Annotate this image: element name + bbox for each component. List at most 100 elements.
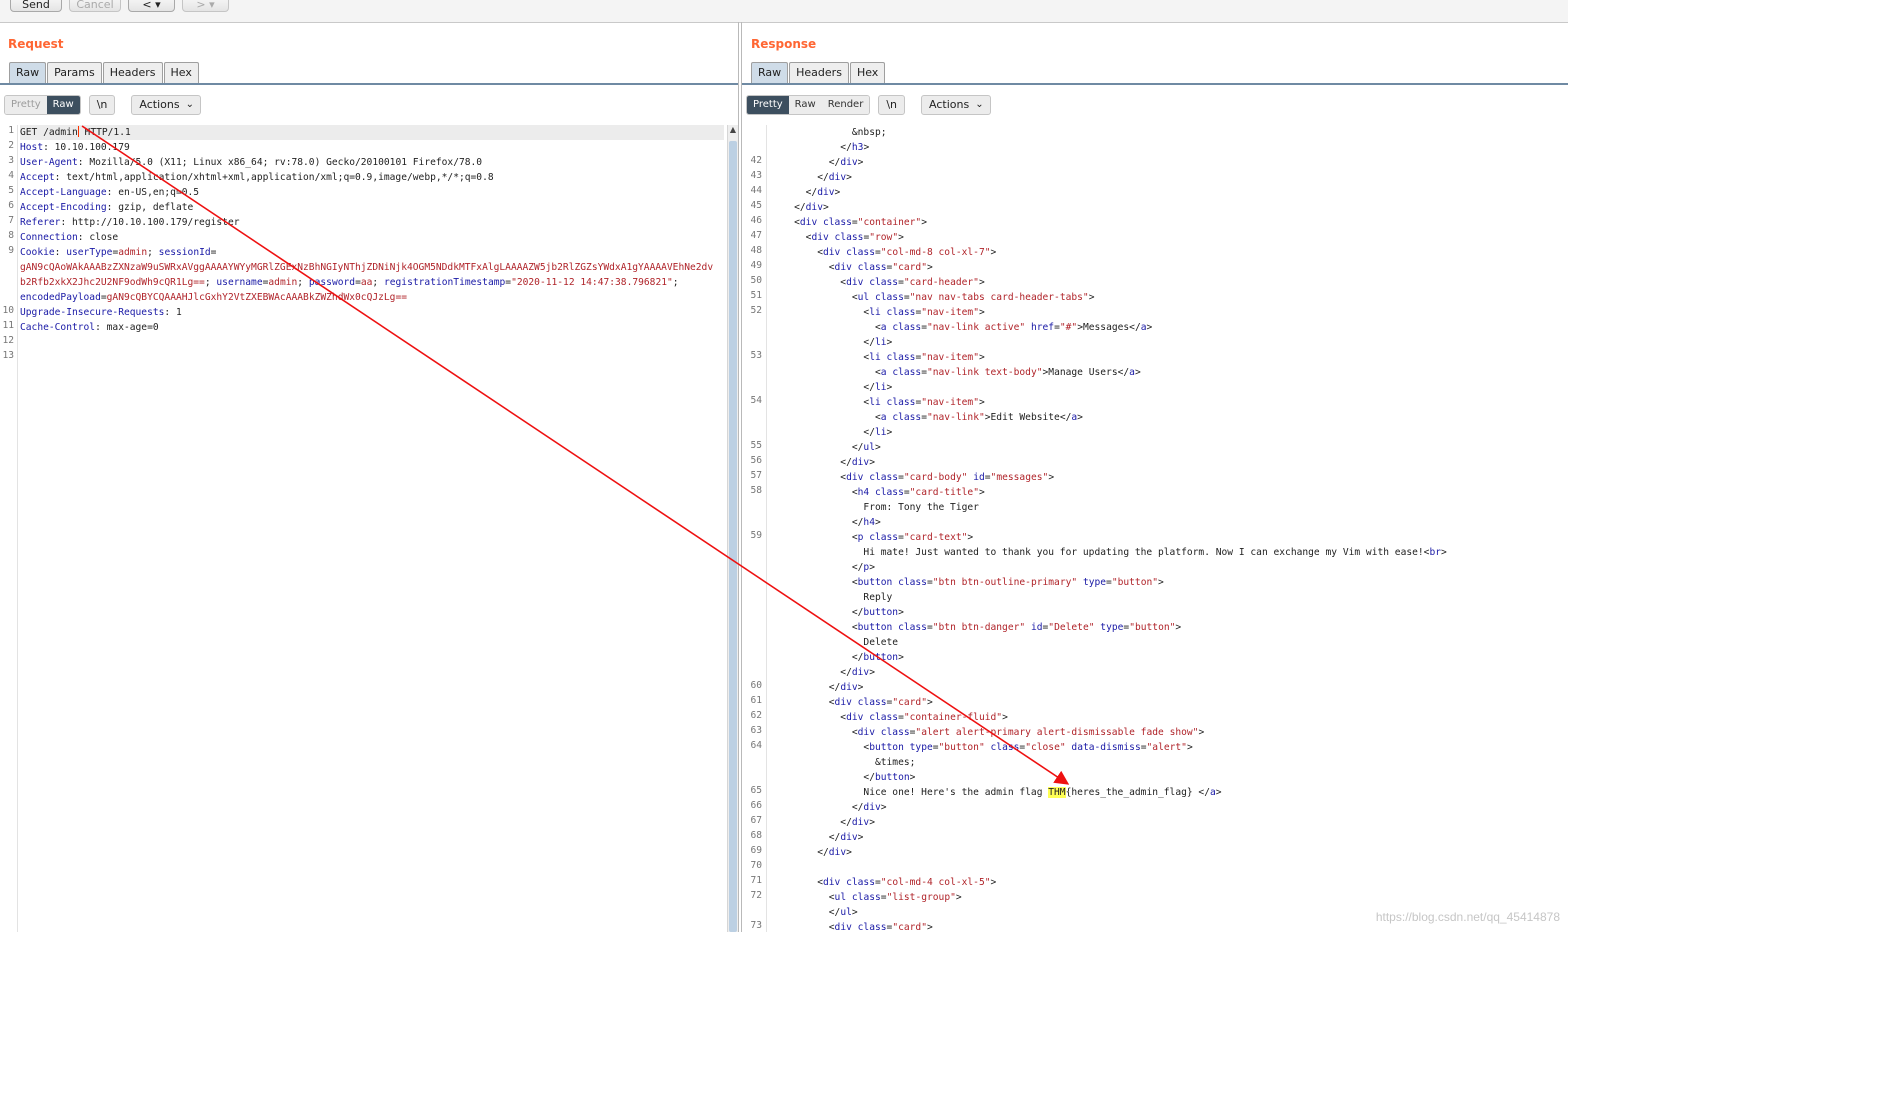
response-code-line[interactable]: </h3> <box>771 140 1568 155</box>
response-code-line[interactable]: <div class="container-fluid"> <box>771 710 1568 725</box>
response-code-line[interactable]: <button class="btn btn-danger" id="Delet… <box>771 620 1568 635</box>
response-tab-raw[interactable]: Raw <box>751 62 789 83</box>
response-view-pretty[interactable]: Pretty <box>747 96 789 114</box>
response-code-line[interactable]: </button> <box>771 605 1568 620</box>
response-tab-headers[interactable]: Headers <box>789 62 849 83</box>
response-code-line[interactable]: &times; <box>771 755 1568 770</box>
response-code-line[interactable]: <li class="nav-item"> <box>771 395 1568 410</box>
request-editor[interactable]: GET /admin HTTP/1.1 Host: 10.10.100.179 Us… <box>0 125 738 932</box>
response-code-line[interactable]: <p class="card-text"> <box>771 530 1568 545</box>
response-code-line[interactable]: Reply <box>771 590 1568 605</box>
request-code-line[interactable]: b2Rfb2xkX2Jhc2U2NF9odWh9cQR1Lg==; userna… <box>20 275 724 290</box>
response-code-line[interactable]: Hi mate! Just wanted to thank you for up… <box>771 545 1568 560</box>
response-tab-underline <box>742 83 1568 85</box>
response-code-line[interactable]: <li class="nav-item"> <box>771 305 1568 320</box>
request-view-raw[interactable]: Raw <box>46 96 80 114</box>
response-code-line[interactable]: </div> <box>771 185 1568 200</box>
response-code-token: button <box>863 652 899 663</box>
response-code-line[interactable]: <a class="nav-link active" href="#">Mess… <box>771 320 1568 335</box>
response-code-token: >Messages</ <box>1077 322 1141 333</box>
response-code-line[interactable]: </div> <box>771 800 1568 815</box>
request-newline-toggle[interactable]: \n <box>88 95 116 115</box>
request-code-line[interactable]: Cache-Control: max-age=0 <box>20 320 724 335</box>
scroll-up-icon[interactable]: ▲ <box>728 125 738 137</box>
request-tab-headers[interactable]: Headers <box>102 62 163 83</box>
response-code-line[interactable]: </button> <box>771 650 1568 665</box>
response-code-line[interactable]: <button type="button" class="close" data… <box>771 740 1568 755</box>
response-code-line[interactable]: <div class="col-md-8 col-xl-7"> <box>771 245 1568 260</box>
back-button[interactable]: < ▾ <box>128 0 175 12</box>
response-code-line[interactable]: <ul class="nav nav-tabs card-header-tabs… <box>771 290 1568 305</box>
request-code-line[interactable]: gAN9cQAoWAkAAABzZXNzaW9uSWRxAVggAAAAYWYy… <box>20 260 724 275</box>
response-code-line[interactable]: </li> <box>771 425 1568 440</box>
request-code-line[interactable]: Upgrade-Insecure-Requests: 1 <box>20 305 724 320</box>
response-code-line[interactable]: </div> <box>771 455 1568 470</box>
response-editor[interactable]: &nbsp; </h3> </div> </div> </div> </div>… <box>742 125 1568 932</box>
response-code-line[interactable]: <div class="col-md-4 col-xl-5"> <box>771 875 1568 890</box>
response-code-line[interactable]: </ul> <box>771 440 1568 455</box>
response-code-line[interactable]: </div> <box>771 200 1568 215</box>
request-code[interactable]: GET /admin HTTP/1.1 Host: 10.10.100.179 Us… <box>20 125 724 365</box>
response-code-line[interactable]: <div class="card-header"> <box>771 275 1568 290</box>
response-code-line[interactable]: <div class="alert alert-primary alert-di… <box>771 725 1568 740</box>
response-newline-toggle[interactable]: \n <box>878 95 906 115</box>
request-code-line[interactable]: Cookie: userType=admin; sessionId= <box>20 245 724 260</box>
request-view-pretty[interactable]: Pretty <box>5 96 47 114</box>
response-code-line[interactable]: &nbsp; <box>771 125 1568 140</box>
response-code-line[interactable]: </li> <box>771 380 1568 395</box>
request-tab-hex[interactable]: Hex <box>163 62 199 83</box>
response-code-token: Nice one! Here's the admin flag <box>771 787 1049 798</box>
response-code-line[interactable]: <div class="row"> <box>771 230 1568 245</box>
response-code-line[interactable]: </li> <box>771 335 1568 350</box>
request-code-line[interactable]: Accept-Language: en-US,en;q=0.5 <box>20 185 724 200</box>
request-tab-raw[interactable]: Raw <box>9 62 47 83</box>
response-code-line[interactable]: </h4> <box>771 515 1568 530</box>
request-code-line[interactable] <box>20 335 724 350</box>
response-code-line[interactable]: </div> <box>771 665 1568 680</box>
response-code-line[interactable]: <h4 class="card-title"> <box>771 485 1568 500</box>
response-code-line[interactable]: </button> <box>771 770 1568 785</box>
response-code-line[interactable]: </div> <box>771 170 1568 185</box>
response-code-line[interactable]: </div> <box>771 680 1568 695</box>
response-code-line[interactable] <box>771 860 1568 875</box>
response-code-line[interactable]: <div class="container"> <box>771 215 1568 230</box>
request-scrollbar[interactable]: ▲ <box>727 125 738 932</box>
request-code-line[interactable]: Host: 10.10.100.179 <box>20 140 724 155</box>
request-code-line[interactable]: Referer: http://10.10.100.179/register <box>20 215 724 230</box>
response-code-line[interactable]: <a class="nav-link text-body">Manage Use… <box>771 365 1568 380</box>
response-code-line[interactable]: <div class="card-body" id="messages"> <box>771 470 1568 485</box>
response-code-line[interactable]: <li class="nav-item"> <box>771 350 1568 365</box>
response-code-line[interactable]: </p> <box>771 560 1568 575</box>
request-code-line[interactable]: GET /admin HTTP/1.1 <box>20 125 724 140</box>
response-code-line[interactable]: </div> <box>771 155 1568 170</box>
response-code-line[interactable]: </div> <box>771 815 1568 830</box>
response-code-line[interactable]: Delete <box>771 635 1568 650</box>
response-code-line[interactable]: </div> <box>771 830 1568 845</box>
request-code-line[interactable] <box>20 350 724 365</box>
request-code-line[interactable]: Accept-Encoding: gzip, deflate <box>20 200 724 215</box>
request-code-line[interactable]: encodedPayload=gAN9cQBYCQAAAHJlcGxhY2VtZ… <box>20 290 724 305</box>
response-code-line[interactable]: </div> <box>771 845 1568 860</box>
request-tab-params[interactable]: Params <box>47 62 102 83</box>
request-code-line[interactable]: Connection: close <box>20 230 724 245</box>
request-actions-menu[interactable]: Actions ⌄ <box>131 95 201 115</box>
response-view-render[interactable]: Render <box>821 96 870 114</box>
request-code-line[interactable]: User-Agent: Mozilla/5.0 (X11; Linux x86_… <box>20 155 724 170</box>
response-code-line[interactable]: From: Tony the Tiger <box>771 500 1568 515</box>
response-code-line[interactable]: <div class="card"> <box>771 695 1568 710</box>
response-tab-hex[interactable]: Hex <box>849 62 886 83</box>
send-button[interactable]: Send <box>10 0 62 12</box>
response-code[interactable]: &nbsp; </h3> </div> </div> </div> </div>… <box>771 125 1568 932</box>
response-actions-menu[interactable]: Actions ⌄ <box>921 95 991 115</box>
request-scroll-thumb[interactable] <box>729 141 737 932</box>
request-code-line[interactable]: Accept: text/html,application/xhtml+xml,… <box>20 170 724 185</box>
response-code-line[interactable]: Nice one! Here's the admin flag THM{here… <box>771 785 1568 800</box>
response-code-line[interactable]: <a class="nav-link">Edit Website</a> <box>771 410 1568 425</box>
response-code-token: </ <box>771 652 864 663</box>
response-code-line[interactable]: <div class="card"> <box>771 260 1568 275</box>
response-code-line[interactable]: <button class="btn btn-outline-primary" … <box>771 575 1568 590</box>
response-view-raw[interactable]: Raw <box>788 96 822 114</box>
response-code-line[interactable]: <ul class="list-group"> <box>771 890 1568 905</box>
forward-button[interactable]: > ▾ <box>182 0 229 12</box>
cancel-button[interactable]: Cancel <box>69 0 121 12</box>
